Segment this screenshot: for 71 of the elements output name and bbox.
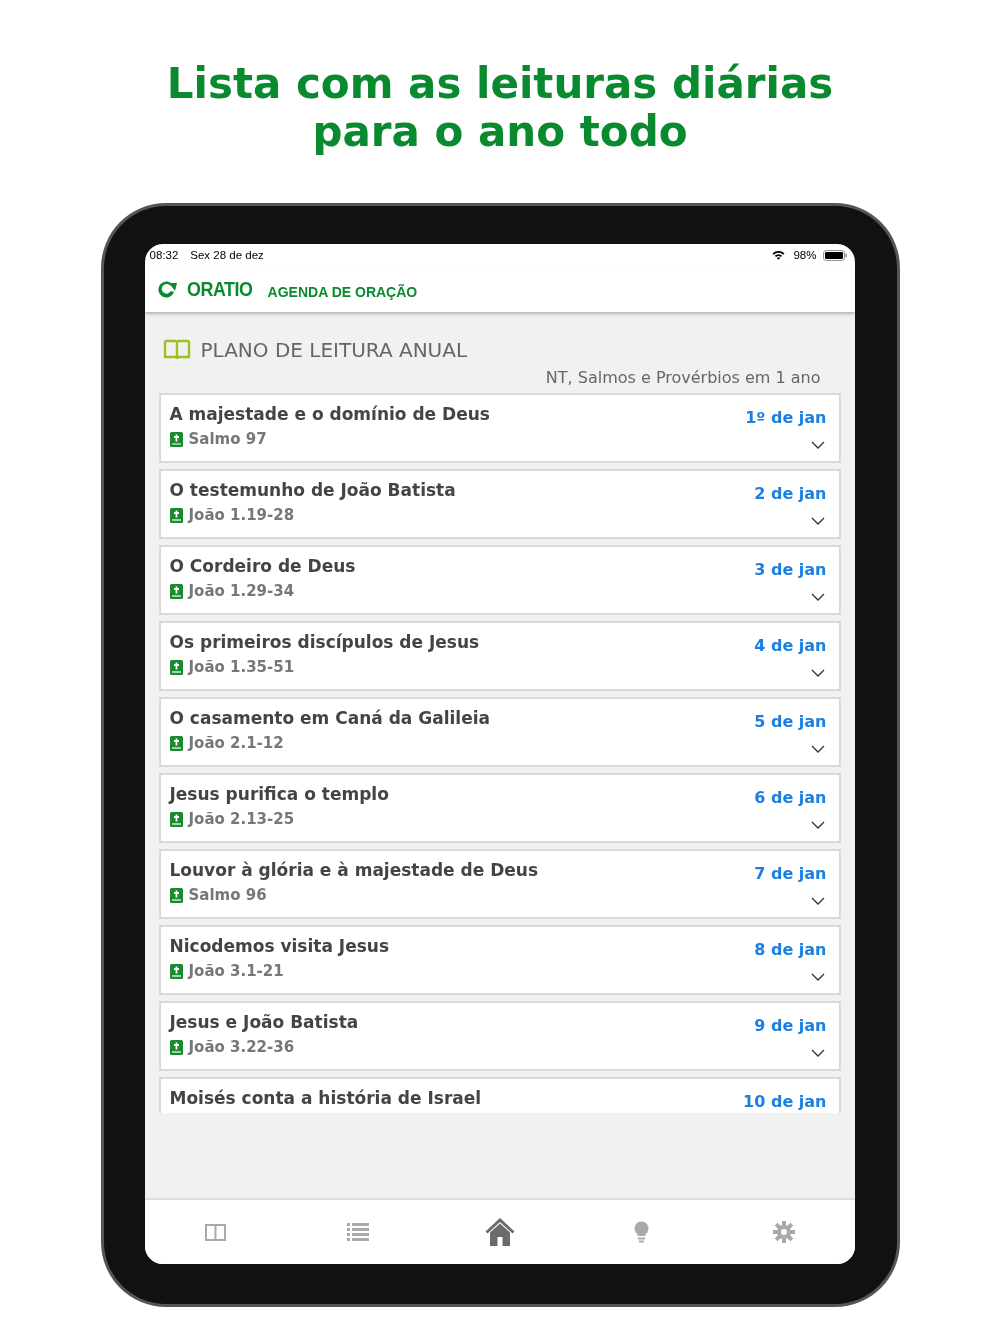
reading-title: Jesus e João Batista — [169, 1012, 359, 1032]
battery-percent: 98% — [793, 249, 817, 261]
book-icon — [162, 339, 191, 361]
reading-card[interactable]: O testemunho de João Batista João 1.19-28 2 de jan — [158, 469, 841, 539]
reading-title: Os primeiros discípulos de Jesus — [169, 632, 480, 652]
chevron-down-icon[interactable] — [810, 1049, 825, 1057]
chevron-down-icon[interactable] — [810, 745, 825, 753]
reading-card[interactable]: A majestade e o domínio de Deus Salmo 97 1º de jan — [158, 393, 841, 463]
reading-reference: Salmo 96 — [188, 886, 267, 904]
reading-date: 3 de jan — [754, 560, 827, 579]
reading-title: Moisés conta a história de Israel — [169, 1088, 482, 1108]
bible-icon — [169, 659, 183, 675]
bible-icon — [169, 963, 183, 979]
reading-date: 2 de jan — [754, 484, 827, 503]
chevron-down-icon[interactable] — [810, 897, 825, 905]
logo-icon — [155, 279, 178, 299]
battery-icon — [822, 249, 847, 261]
reading-title: Nicodemos visita Jesus — [169, 936, 389, 956]
reading-title: O Cordeiro de Deus — [169, 556, 356, 576]
reading-card[interactable]: Louvor à glória e à majestade de Deus Salmo 96 7 de jan — [158, 849, 841, 919]
app-subtitle: AGENDA DE ORAÇÃO — [267, 284, 418, 300]
bible-icon — [169, 1039, 183, 1055]
app-logo-text: ORATIO — [186, 277, 253, 301]
reading-date: 8 de jan — [754, 940, 827, 959]
reading-card[interactable]: Jesus purifica o templo João 2.13-25 6 de jan — [158, 773, 841, 843]
chevron-down-icon[interactable] — [810, 821, 825, 829]
reading-reference: João 2.13-25 — [188, 810, 295, 828]
reading-title: Louvor à glória e à majestade de Deus — [169, 860, 539, 880]
headline: para o ano todo — [311, 108, 689, 156]
reading-title: A majestade e o domínio de Deus — [169, 404, 490, 424]
bible-icon — [169, 583, 183, 599]
reading-reference: Salmo 97 — [188, 430, 267, 448]
home-icon[interactable] — [484, 1217, 515, 1247]
reading-date: 10 de jan — [743, 1092, 827, 1111]
status-time: 08:32 — [149, 249, 179, 261]
chevron-down-icon[interactable] — [810, 973, 825, 981]
reading-date: 9 de jan — [754, 1016, 827, 1035]
reading-title: O testemunho de João Batista — [169, 480, 456, 500]
reading-card[interactable]: Os primeiros discípulos de Jesus João 1.35-51 4 de jan — [158, 621, 841, 691]
section-subtitle: NT, Salmos e Provérbios em 1 ano — [545, 368, 821, 387]
reading-reference: João 2.1-12 — [188, 734, 284, 752]
bible-icon — [169, 735, 183, 751]
bible-icon — [169, 887, 183, 903]
reading-card[interactable]: Moisés conta a história de Israel 10 de jan — [158, 1077, 841, 1113]
wifi-icon — [772, 250, 786, 260]
reading-title: Jesus purifica o templo — [169, 784, 389, 804]
reading-date: 5 de jan — [754, 712, 827, 731]
headline: Lista com as leituras diárias — [165, 60, 835, 108]
reading-date: 1º de jan — [745, 408, 827, 427]
reading-date: 6 de jan — [754, 788, 827, 807]
chevron-down-icon[interactable] — [810, 669, 825, 677]
reading-date: 7 de jan — [754, 864, 827, 883]
section-title: PLANO DE LEITURA ANUAL — [200, 338, 468, 362]
reading-title: O casamento em Caná da Galileia — [169, 708, 490, 728]
bible-icon — [169, 431, 183, 447]
reading-card[interactable]: O casamento em Caná da Galileia João 2.1-12 5 de jan — [158, 697, 841, 767]
reading-reference: João 3.22-36 — [188, 1038, 295, 1056]
reading-card[interactable]: Nicodemos visita Jesus João 3.1-21 8 de jan — [158, 925, 841, 995]
reading-reference: João 1.19-28 — [188, 506, 295, 524]
bible-icon — [169, 507, 183, 523]
reading-reference: João 3.1-21 — [188, 962, 284, 980]
bible-icon — [169, 811, 183, 827]
reading-card[interactable]: O Cordeiro de Deus João 1.29-34 3 de jan — [158, 545, 841, 615]
chevron-down-icon[interactable] — [810, 517, 825, 525]
reading-card[interactable]: Jesus e João Batista João 3.22-36 9 de jan — [158, 1001, 841, 1071]
chevron-down-icon[interactable] — [810, 593, 825, 601]
reading-reference: João 1.29-34 — [188, 582, 295, 600]
reading-reference: João 1.35-51 — [188, 658, 295, 676]
chevron-down-icon[interactable] — [810, 441, 825, 449]
reading-date: 4 de jan — [754, 636, 827, 655]
status-date: Sex 28 de dez — [190, 249, 264, 261]
